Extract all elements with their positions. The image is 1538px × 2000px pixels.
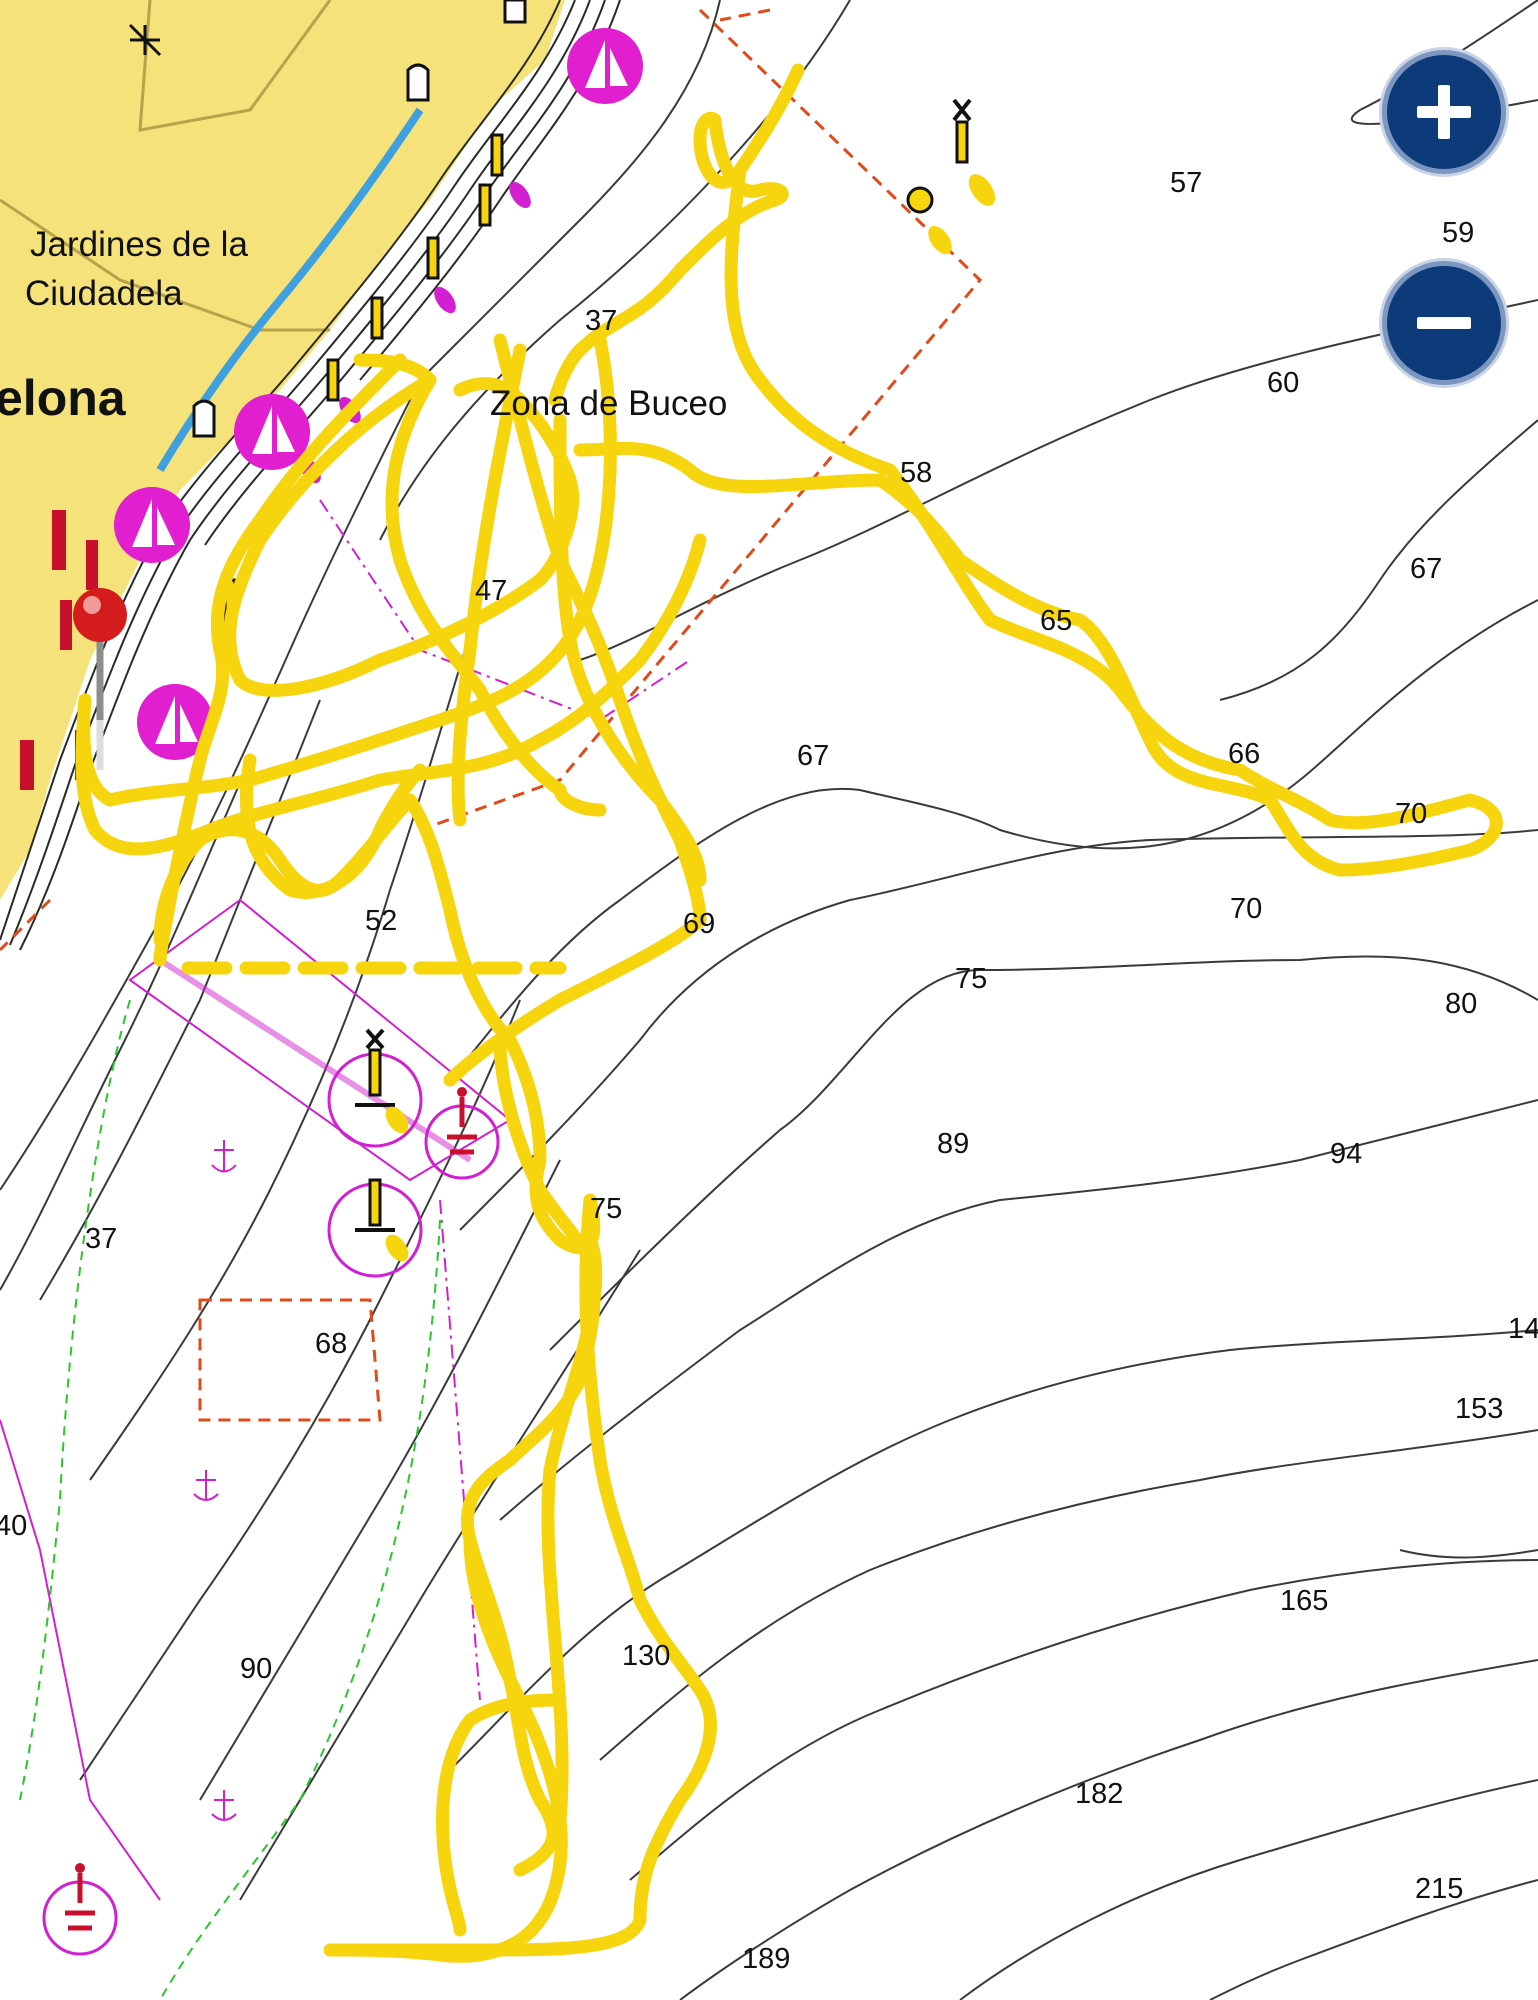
sounding: 57: [1170, 167, 1202, 199]
sounding: 69: [683, 908, 715, 940]
place-label: Jardines de la: [30, 225, 248, 264]
anchorage-icon: [42, 1863, 118, 1956]
sounding: 37: [585, 305, 617, 337]
beacon-ring-icon: [327, 1178, 423, 1278]
sounding: 189: [742, 1943, 790, 1975]
sounding: 75: [955, 963, 987, 995]
sounding: 94: [1330, 1138, 1362, 1170]
sounding: 89: [937, 1128, 969, 1160]
sounding: 75: [590, 1193, 622, 1225]
sounding: 70: [1395, 798, 1427, 830]
anchor-icon: [193, 1140, 237, 1821]
plus-icon: [1417, 85, 1471, 139]
sounding: 52: [365, 905, 397, 937]
sounding: 37: [85, 1223, 117, 1255]
sounding: 67: [1410, 553, 1442, 585]
sounding: 14: [1508, 1313, 1538, 1345]
sounding: 215: [1415, 1873, 1463, 1905]
sounding: 153: [1455, 1393, 1503, 1425]
beacon-icon: [952, 98, 996, 206]
sounding: 90: [240, 1653, 272, 1685]
sounding: 80: [1445, 988, 1477, 1020]
zoom-out-button[interactable]: [1382, 261, 1506, 385]
sounding: 66: [1228, 738, 1260, 770]
minus-icon: [1417, 317, 1471, 329]
sounding: 182: [1075, 1778, 1123, 1810]
nautical-chart[interactable]: Jardines de la Ciudadela elona Zona de B…: [0, 0, 1538, 2000]
place-label: Ciudadela: [25, 274, 183, 313]
sounding: 65: [1040, 605, 1072, 637]
sounding: 59: [1442, 217, 1474, 249]
sounding: 58: [900, 457, 932, 489]
sounding: 130: [622, 1640, 670, 1672]
beacon-ring-icon: [327, 1028, 423, 1148]
sounding: 68: [315, 1328, 347, 1360]
city-label: elona: [0, 370, 127, 426]
place-label: Zona de Buceo: [490, 384, 727, 423]
sounding: 67: [797, 740, 829, 772]
sounding: 70: [1230, 893, 1262, 925]
zoom-in-button[interactable]: [1382, 50, 1506, 174]
sounding: 165: [1280, 1585, 1328, 1617]
sounding: 47: [475, 575, 507, 607]
buoy-icon: [906, 186, 952, 255]
sounding: 40: [0, 1510, 27, 1542]
sounding: 60: [1267, 367, 1299, 399]
